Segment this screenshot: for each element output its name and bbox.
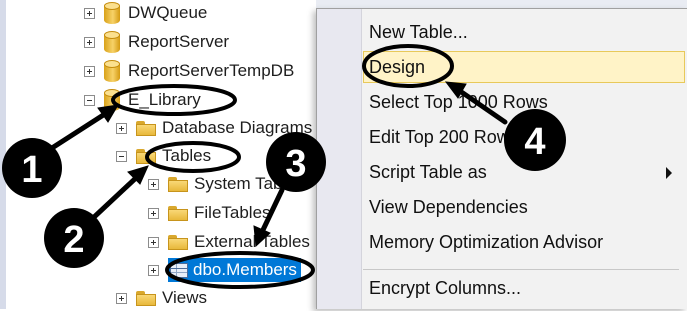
menu-item-select-top-rows[interactable]: Select Top 1000 Rows [369,86,548,118]
menu-item-encrypt-columns[interactable]: Encrypt Columns... [369,272,521,304]
menu-item-label: Design [369,56,426,77]
tree-node-label: DWQueue [128,3,208,22]
tree-node-reportservertempdb[interactable]: ReportServerTempDB [84,58,294,84]
tree-node-label: E_Library [128,90,201,109]
collapse-icon[interactable] [116,150,127,162]
tree-node-system-tables[interactable]: System Tables [148,171,304,197]
tree-node-dbo-members[interactable]: dbo.Members [148,257,301,283]
expand-icon[interactable] [148,178,159,190]
folder-icon [168,176,188,192]
expand-icon[interactable] [84,7,95,19]
database-icon [104,31,120,53]
expand-icon[interactable] [148,207,159,219]
expand-icon[interactable] [84,36,95,48]
tree-node-label: FileTables [194,203,271,222]
tree-node-tables[interactable]: Tables [116,143,211,169]
window-edge [316,0,687,8]
tree-node-external-tables[interactable]: External Tables [148,229,310,255]
menu-icon-gutter [317,9,362,309]
menu-item-label: Select Top 1000 Rows [369,91,548,112]
collapse-icon[interactable] [84,94,95,106]
menu-item-label: Memory Optimization Advisor [369,231,604,252]
folder-icon [136,148,156,164]
database-icon [104,2,120,24]
selected-tree-node[interactable]: dbo.Members [168,258,301,282]
tree-node-label: Database Diagrams [162,118,313,137]
menu-item-new-table[interactable]: New Table... [369,16,468,48]
menu-item-memory-optimization-advisor[interactable]: Memory Optimization Advisor [369,226,603,258]
folder-icon [136,120,156,136]
database-icon [104,60,120,82]
folder-icon [168,205,188,221]
tree-node-label: External Tables [194,232,310,251]
tree-left-border [0,0,6,309]
expand-icon[interactable] [84,65,95,77]
tree-node-filetables[interactable]: FileTables [148,200,271,226]
menu-item-edit-top-rows[interactable]: Edit Top 200 Rows [369,121,519,153]
expand-icon[interactable] [148,236,159,248]
tree-node-views[interactable]: Views [116,285,207,311]
menu-separator [363,269,679,270]
tree-node-label: System Tables [194,174,305,193]
folder-icon [168,234,188,250]
context-menu: New Table... Design Select Top 1000 Rows… [316,8,687,309]
tree-node-label: dbo.Members [193,260,297,279]
expand-icon[interactable] [116,122,127,134]
tree-node-e-library[interactable]: E_Library [84,87,201,113]
menu-item-label: Script Table as [369,161,487,182]
database-icon [104,89,120,111]
menu-item-label: View Dependencies [369,196,528,217]
menu-item-label: Encrypt Columns... [369,277,522,298]
expand-icon[interactable] [148,264,159,276]
tree-node-label: ReportServerTempDB [128,61,295,80]
tree-node-database-diagrams[interactable]: Database Diagrams [116,115,312,141]
menu-item-label: Edit Top 200 Rows [369,126,519,147]
table-icon [170,262,188,278]
tree-node-label: Tables [162,146,212,165]
tree-node-label: ReportServer [128,32,230,51]
tree-node-reportserver[interactable]: ReportServer [84,29,229,55]
tree-node-dwqueue[interactable]: DWQueue [84,0,207,26]
expand-icon[interactable] [116,292,127,304]
folder-icon [136,290,156,306]
submenu-arrow-icon [666,167,672,179]
menu-item-script-table-as[interactable]: Script Table as [369,156,487,188]
tree-node-label: Views [162,288,208,307]
menu-item-label: New Table... [369,21,468,42]
menu-item-design[interactable]: Design [363,51,685,83]
menu-item-view-dependencies[interactable]: View Dependencies [369,191,528,223]
